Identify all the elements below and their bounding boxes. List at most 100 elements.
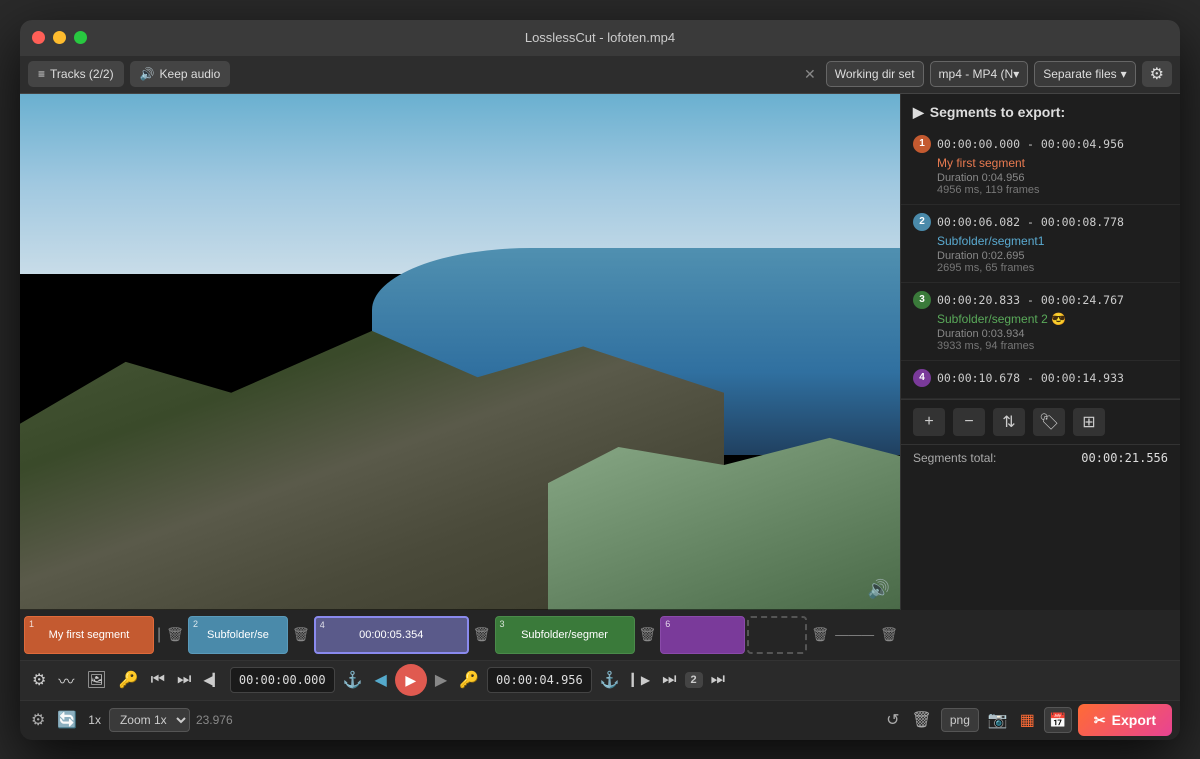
segment-item-2[interactable]: 2 00:00:06.082 - 00:00:08.778 Subfolder/… [901,205,1180,283]
segment-item-3[interactable]: 3 00:00:20.833 - 00:00:24.767 Subfolder/… [901,283,1180,361]
dropdown-arrow-icon: ▾ [1121,67,1127,81]
working-dir-close[interactable]: ✕ [800,66,820,83]
tl-seg-num-2: 2 [193,619,198,629]
video-area[interactable]: 🔊 [20,94,900,610]
grid-button[interactable]: ⊞ [1073,408,1105,436]
minimize-button[interactable] [53,31,66,44]
settings-button[interactable]: ⚙ [1142,61,1172,87]
tag-segment-button[interactable]: 🏷 [1033,408,1065,436]
tl-seg-num-3: 3 [500,619,505,629]
segments-total-time: 00:00:21.556 [1081,451,1168,465]
tetris-btn[interactable]: ▦ [1017,705,1038,735]
scissors-icon: ✂ [1094,712,1106,729]
segment-ms-2: 2695 ms, 65 frames [913,262,1168,274]
camera-btn[interactable]: 📷 [985,705,1011,735]
window-title: LosslessCut - lofoten.mp4 [525,30,675,45]
segment-duration-3: Duration 0:03.934 [913,328,1168,340]
loop-icon-btn[interactable]: ↺ [883,705,902,735]
thumbnail-btn[interactable]: 🖼 [82,665,110,695]
set-start-btn[interactable]: ⚓ [339,665,367,695]
delete-segment-2[interactable]: 🗑 [290,626,312,643]
tracks-label: Tracks (2/2) [50,67,114,81]
segment-actions: + − ⇅ 🏷 ⊞ [901,399,1180,444]
rewind-btn[interactable]: ◀ [371,665,391,695]
fast-forward-btn[interactable]: ▶ [431,665,451,695]
segment-name-1: My first segment [913,156,1168,170]
tl-seg-num-4: 4 [320,620,325,630]
delete-segment-1[interactable]: 🗑 [164,626,186,643]
separate-files-select[interactable]: Separate files ▾ [1034,61,1135,87]
loop-btn[interactable]: 🔄 [54,705,80,735]
segment-time-4: 00:00:10.678 - 00:00:14.933 [937,371,1124,385]
add-segment-button[interactable]: + [913,408,945,436]
segments-total: Segments total: 00:00:21.556 [901,444,1180,471]
close-button[interactable] [32,31,45,44]
segment-item-4[interactable]: 4 00:00:10.678 - 00:00:14.933 [901,361,1180,399]
zoom-select[interactable]: Zoom 1x Zoom 2x Zoom 4x [109,708,190,732]
chevron-right-icon: ▶ [913,104,924,121]
timeline-segment-6[interactable]: 6 [660,616,745,654]
segments-header: ▶ Segments to export: [901,94,1180,127]
segments-panel: ▶ Segments to export: 1 00:00:00.000 - 0… [900,94,1180,610]
timeline-segment-dashed[interactable] [747,616,807,654]
segment-num-4: 4 [913,369,931,387]
timeline-segment-4[interactable]: 4 00:00:05.354 [314,616,469,654]
segment-name-3: Subfolder/segment 2 😎 [913,312,1168,326]
key-set-btn[interactable]: 🔑 [455,665,483,695]
working-dir-button[interactable]: Working dir set [826,61,924,87]
separate-files-label: Separate files [1043,67,1116,81]
working-dir-label: Working dir set [835,67,915,81]
next-frame-btn[interactable]: ▎▶ [628,665,654,695]
skip-to-end-btn[interactable]: ⏭ [658,665,680,695]
timeline-segment-2[interactable]: 2 Subfolder/se [188,616,288,654]
calendar-btn[interactable]: 📅 [1044,707,1072,733]
delete-segment-3[interactable]: 🗑 [637,626,659,643]
timeline-segment-1[interactable]: 1 My first segment [24,616,154,654]
key-btn[interactable]: 🔑 [115,665,143,695]
timeline-area: 1 My first segment | 🗑 2 Subfolder/se 🗑 … [20,610,1180,660]
tl-seg-num-6: 6 [665,619,670,629]
segment-name-2: Subfolder/segment1 [913,234,1168,248]
skip-to-start-btn[interactable]: ⏮ [147,665,169,695]
mark-end-btn[interactable]: ⚓ [596,665,624,695]
keep-audio-button[interactable]: 🔊 Keep audio [130,61,231,87]
chapter-number: 2 [685,672,703,688]
main-content: 🔊 ▶ Segments to export: 1 00:00:00.000 -… [20,94,1180,610]
format-button[interactable]: mp4 - MP4 (N▾ [930,61,1029,87]
main-window: LosslessCut - lofoten.mp4 ≡ Tracks (2/2)… [20,20,1180,740]
format-tag: png [941,708,979,732]
step-back-btn[interactable]: ⏭ [173,665,195,695]
keep-audio-label: Keep audio [160,67,221,81]
export-button[interactable]: ✂ Export [1078,704,1172,736]
playback-controls: ⚙ 〰 🖼 🔑 ⏮ ⏭ ◀▎ 00:00:00.000 ⚓ ◀ ▶ ▶ 🔑 00… [20,660,1180,700]
maximize-button[interactable] [74,31,87,44]
delete-segment-4[interactable]: 🗑 [471,626,493,643]
delete-segment-last[interactable]: 🗑 [878,626,900,643]
segment-num-2: 2 [913,213,931,231]
segment-time-1: 00:00:00.000 - 00:00:04.956 [937,137,1124,151]
segment-num-1: 1 [913,135,931,153]
timeline-segment-3[interactable]: 3 Subfolder/segmer [495,616,635,654]
play-button[interactable]: ▶ [395,664,427,696]
video-preview [20,94,900,610]
end-time-display: 00:00:04.956 [487,667,592,693]
delete-btn[interactable]: 🗑 [909,705,935,735]
settings-bottom-btn[interactable]: ⚙ [28,705,48,735]
remove-segment-button[interactable]: − [953,408,985,436]
waveform-btn[interactable]: 〰 [54,665,78,695]
split-segment-button[interactable]: ⇅ [993,408,1025,436]
segment-ms-3: 3933 ms, 94 frames [913,340,1168,352]
settings-icon-btn[interactable]: ⚙ [28,665,50,695]
tracks-button[interactable]: ≡ Tracks (2/2) [28,61,124,87]
sky-layer [20,94,900,275]
tl-seg-num-1: 1 [29,619,34,629]
segment-item-1[interactable]: 1 00:00:00.000 - 00:00:04.956 My first s… [901,127,1180,205]
delete-segment-6[interactable]: 🗑 [809,626,831,643]
timeline-more: ——— [833,627,876,642]
prev-frame-btn[interactable]: ◀▎ [199,665,225,695]
trim-handle-1[interactable]: | [156,626,162,644]
next-chapter-btn[interactable]: ⏭ [707,665,729,695]
segment-duration-2: Duration 0:02.695 [913,250,1168,262]
format-label: mp4 - MP4 (N▾ [939,67,1020,81]
gear-icon: ⚙ [1150,64,1164,84]
